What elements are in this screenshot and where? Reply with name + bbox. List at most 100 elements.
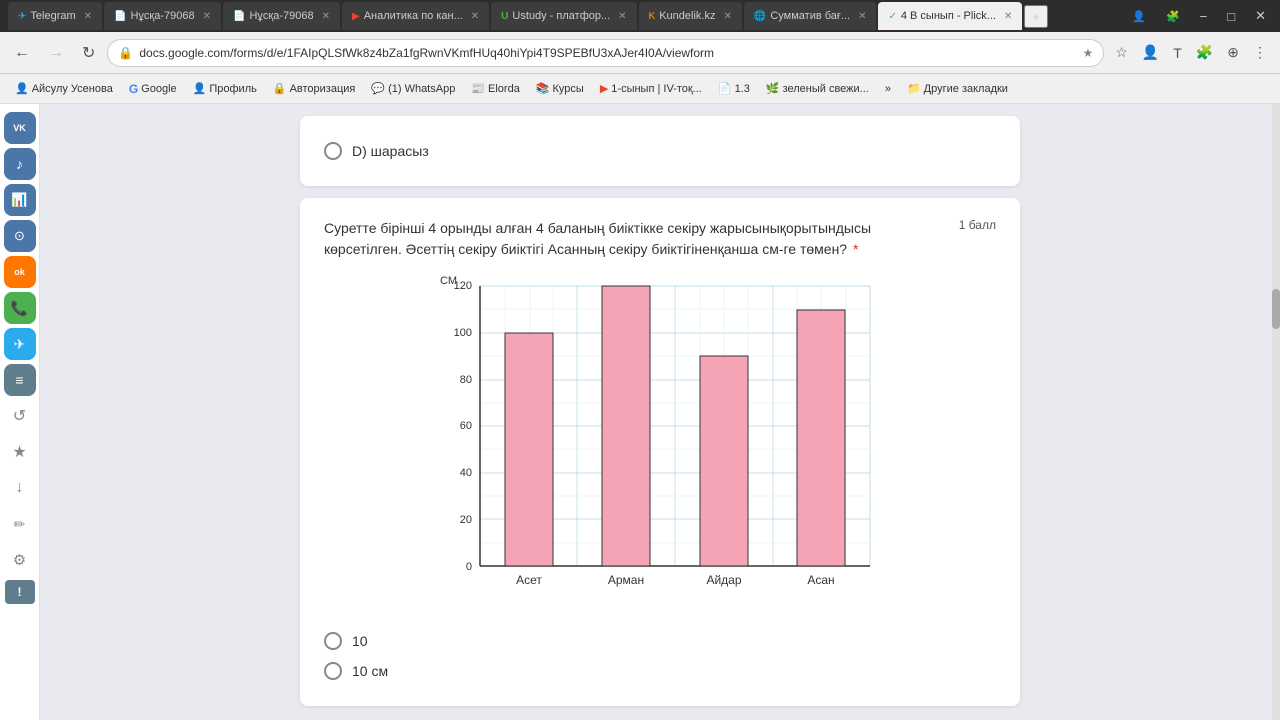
chart-container: 0 20 40 60 80 100 120 СМ <box>324 276 996 616</box>
profile-icon[interactable]: 👤 <box>1126 8 1152 25</box>
bookmark-profile[interactable]: 👤 Профиль <box>186 80 264 97</box>
more-icon: » <box>885 83 891 95</box>
nav-icons: ☆ 👤 T 🧩 ⊕ ⋮ <box>1110 41 1272 64</box>
tab-ustudy[interactable]: U Ustudy - платфор... ✕ <box>491 2 636 30</box>
sidebar-app-charts[interactable]: 📊 <box>4 184 36 216</box>
radio-10[interactable] <box>324 632 342 650</box>
sidebar-app-refresh[interactable]: ↺ <box>4 400 36 432</box>
bookmark-label: Айсулу Усенова <box>32 83 113 95</box>
restore-button[interactable]: □ <box>1221 7 1241 26</box>
bookmark-1synyp[interactable]: ▶ 1-сынып | IV-тоқ... <box>593 80 709 97</box>
bar-arman <box>602 286 650 566</box>
bookmark-label: 1.3 <box>735 83 750 95</box>
new-tab-button[interactable]: + <box>1024 5 1048 28</box>
bar-asan <box>797 310 845 566</box>
scroll-track[interactable] <box>1272 104 1280 720</box>
option-10cm[interactable]: 10 см <box>324 656 996 686</box>
page-content: D) шарасыз Суретте бірінші 4 орынды алға… <box>40 104 1280 720</box>
bookmark-label: зеленый свежи... <box>783 83 869 95</box>
tab-nuska2[interactable]: 📄 Нұсқа-79068 ✕ <box>223 2 340 30</box>
svg-text:0: 0 <box>466 561 472 573</box>
close-button[interactable]: ✕ <box>1249 6 1272 26</box>
left-sidebar: VK ♪ 📊 ⊙ ok 📞 ✈ ≡ ↺ ★ ↓ ✏ ⚙ ! <box>0 104 40 720</box>
sidebar-app-vkapps[interactable]: ⊙ <box>4 220 36 252</box>
sidebar-app-list[interactable]: ≡ <box>4 364 36 396</box>
sidebar-app-telegram[interactable]: ✈ <box>4 328 36 360</box>
aisulu-icon: 👤 <box>15 82 29 95</box>
svg-text:60: 60 <box>460 420 472 432</box>
tab-kundelik[interactable]: K Kundelik.kz ✕ <box>639 2 742 30</box>
sidebar-app-ok[interactable]: ok <box>4 256 36 288</box>
question-text: Суретте бірінші 4 орынды алған 4 баланың… <box>324 218 943 260</box>
forward-button[interactable]: → <box>42 40 70 66</box>
tab-analytics[interactable]: ▶ Аналитика по кан... ✕ <box>342 2 489 30</box>
bookmark-label: Elorda <box>488 83 520 95</box>
translate-icon[interactable]: T <box>1168 42 1187 64</box>
scroll-area[interactable]: D) шарасыз Суретте бірінші 4 орынды алға… <box>40 104 1280 720</box>
bookmark-elorda[interactable]: 📰 Elorda <box>464 80 527 97</box>
bookmark-auth[interactable]: 🔒 Авторизация <box>266 80 363 97</box>
form-container: D) шарасыз Суретте бірінші 4 орынды алға… <box>300 116 1020 718</box>
bookmark-label: Курсы <box>553 83 584 95</box>
option-d-text: D) шарасыз <box>352 143 429 159</box>
svg-text:40: 40 <box>460 467 472 479</box>
bar-aidar <box>700 356 748 566</box>
extensions-icon[interactable]: 🧩 <box>1160 8 1186 25</box>
tabs-container: ✈ Telegram ✕ 📄 Нұсқа-79068 ✕ 📄 Нұсқа-790… <box>8 2 1112 30</box>
sidebar-app-music[interactable]: ♪ <box>4 148 36 180</box>
svg-text:Арман: Арман <box>608 573 644 587</box>
bookmark-other[interactable]: 📁 Другие закладки <box>900 80 1015 97</box>
back-button[interactable]: ← <box>8 40 36 66</box>
svg-text:20: 20 <box>460 514 472 526</box>
youtube-icon: ▶ <box>600 82 608 95</box>
sidebar-app-star[interactable]: ★ <box>4 436 36 468</box>
bookmark-kursy[interactable]: 📚 Курсы <box>529 80 591 97</box>
scroll-thumb[interactable] <box>1272 289 1280 329</box>
bar-chart: 0 20 40 60 80 100 120 СМ <box>430 276 890 616</box>
bookmark-google[interactable]: G Google <box>122 80 184 98</box>
bookmark-icon[interactable]: ☆ <box>1110 41 1133 64</box>
sidebar-app-phone[interactable]: 📞 <box>4 292 36 324</box>
svg-text:Асан: Асан <box>807 573 834 587</box>
sidebar-app-vk[interactable]: VK <box>4 112 36 144</box>
bookmark-green[interactable]: 🌿 зеленый свежи... <box>759 80 876 97</box>
option-d-item[interactable]: D) шарасыз <box>324 136 996 166</box>
radio-d[interactable] <box>324 142 342 160</box>
address-bar[interactable]: 🔒 docs.google.com/forms/d/e/1FAIpQLSfWk8… <box>107 39 1104 67</box>
tab-summative[interactable]: 🌐 Сумматив бағ... ✕ <box>744 2 877 30</box>
tab-telegram[interactable]: ✈ Telegram ✕ <box>8 2 102 30</box>
svg-text:Асет: Асет <box>516 573 542 587</box>
option-10[interactable]: 10 <box>324 626 996 656</box>
radio-10cm[interactable] <box>324 662 342 680</box>
bookmark-label: 1-сынып | IV-тоқ... <box>611 83 702 95</box>
kursy-icon: 📚 <box>536 82 550 95</box>
menu-icon[interactable]: ⋮ <box>1248 41 1272 64</box>
minimize-button[interactable]: − <box>1194 7 1214 26</box>
main-area: VK ♪ 📊 ⊙ ok 📞 ✈ ≡ ↺ ★ ↓ ✏ ⚙ ! D) шарасыз <box>0 104 1280 720</box>
bookmark-aisulu[interactable]: 👤 Айсулу Усенова <box>8 80 120 97</box>
navbar: ← → ↻ 🔒 docs.google.com/forms/d/e/1FAIpQ… <box>0 32 1280 74</box>
bookmark-13[interactable]: 📄 1.3 <box>711 80 757 97</box>
extensions-nav-icon[interactable]: 🧩 <box>1191 41 1218 64</box>
sidebar-app-settings[interactable]: ⚙ <box>4 544 36 576</box>
tab-nuska1[interactable]: 📄 Нұсқа-79068 ✕ <box>104 2 221 30</box>
main-question-card: Суретте бірінші 4 орынды алған 4 баланың… <box>300 198 1020 706</box>
tab-4b-active[interactable]: ✓ 4 В сынып - Plick... ✕ <box>878 2 1022 30</box>
add-bookmark-icon[interactable]: ⊕ <box>1222 41 1244 64</box>
profile-nav-icon[interactable]: 👤 <box>1137 41 1164 64</box>
window-controls: 👤 🧩 − □ ✕ <box>1126 6 1272 26</box>
points-badge: 1 балл <box>959 218 996 232</box>
reload-button[interactable]: ↻ <box>76 39 101 67</box>
bookmark-label: Авторизация <box>290 83 356 95</box>
bookmarks-more-btn[interactable]: » <box>878 81 898 97</box>
elorda-icon: 📰 <box>471 82 485 95</box>
sidebar-app-download[interactable]: ↓ <box>4 472 36 504</box>
sidebar-app-alert[interactable]: ! <box>5 580 35 604</box>
green-icon: 🌿 <box>766 82 780 95</box>
option-10-text: 10 <box>352 633 368 649</box>
bookmark-whatsapp[interactable]: 💬 (1) WhatsApp <box>364 80 462 97</box>
url-text: docs.google.com/forms/d/e/1FAIpQLSfWk8z4… <box>139 46 1076 60</box>
bookmarks-bar: 👤 Айсулу Усенова G Google 👤 Профиль 🔒 Ав… <box>0 74 1280 104</box>
sidebar-app-edit[interactable]: ✏ <box>4 508 36 540</box>
bar-aset <box>505 333 553 566</box>
